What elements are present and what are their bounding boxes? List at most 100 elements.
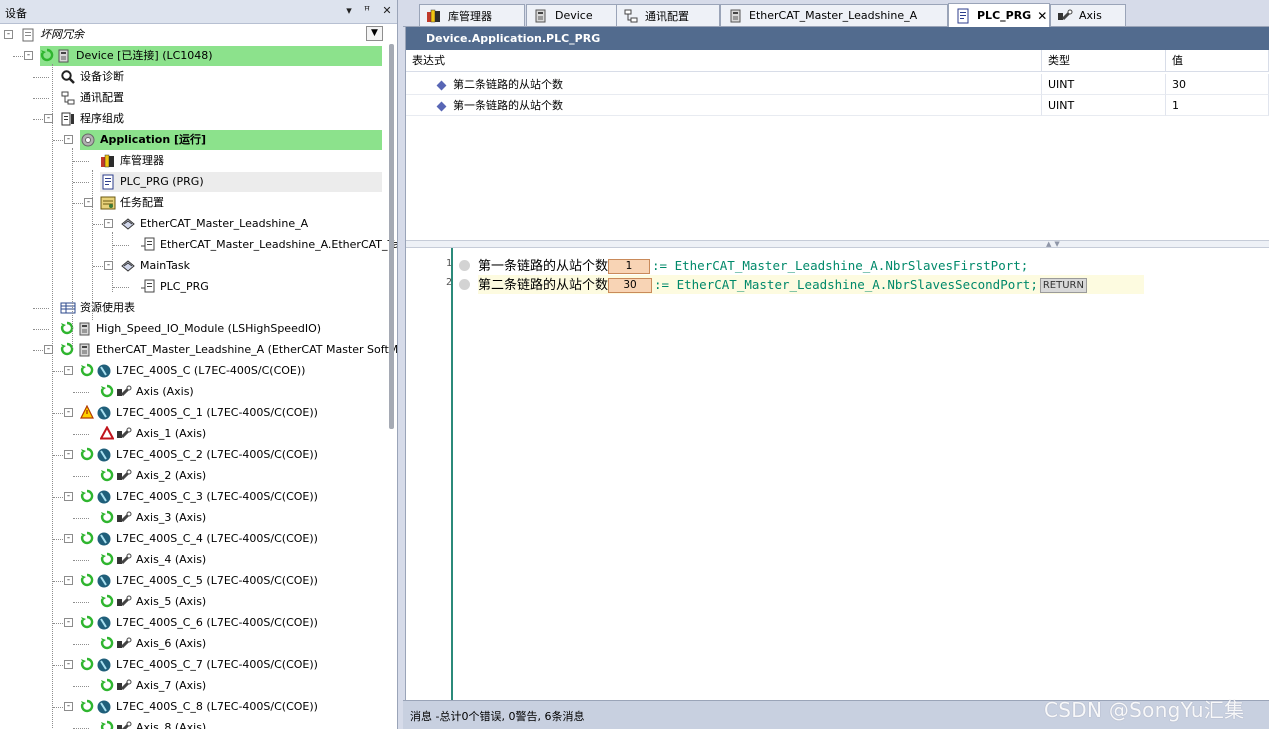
- tree-item-root[interactable]: 坏网冗余: [20, 25, 382, 45]
- tree-item-maintask[interactable]: MainTask: [120, 256, 382, 276]
- pou-icon: [100, 174, 116, 190]
- panel-close-icon[interactable]: ✕: [380, 4, 394, 17]
- pou-icon: [955, 8, 971, 24]
- tab-ethercat-master-leadshine-a[interactable]: EtherCAT_Master_Leadshine_A: [720, 4, 948, 26]
- tree-expander-icon[interactable]: -: [64, 576, 73, 585]
- tree-item-label: L7EC_400S_C_8 (L7EC-400S/C(COE)): [116, 700, 318, 713]
- tree-item-a4[interactable]: Axis_4 (Axis): [100, 550, 382, 570]
- tree-item-s3[interactable]: L7EC_400S_C_3 (L7EC-400S/C(COE)): [80, 487, 382, 507]
- tree-expander-icon[interactable]: -: [64, 702, 73, 711]
- tree-item-app[interactable]: Application [运行]: [80, 130, 382, 150]
- servo-icon: [96, 615, 112, 631]
- tree-item-s7[interactable]: L7EC_400S_C_7 (L7EC-400S/C(COE)): [80, 655, 382, 675]
- tree-item-hsio[interactable]: High_Speed_IO_Module (LSHighSpeedIO): [60, 319, 382, 339]
- status-running-icon: [80, 447, 94, 463]
- code-editor[interactable]: 12 第一条链路的从站个数 1:= EtherCAT_Master_Leadshi…: [406, 248, 1269, 700]
- status-message[interactable]: 消息 -总计0个错误, 0警告, 6条消息: [410, 708, 584, 724]
- tree-expander-icon[interactable]: -: [64, 492, 73, 501]
- tree-expander-icon[interactable]: -: [64, 450, 73, 459]
- tree-scrollbar[interactable]: [389, 44, 394, 429]
- tree-connector: [73, 182, 89, 183]
- watch-header-value[interactable]: 值: [1166, 50, 1269, 72]
- breakpoint-marker-icon[interactable]: [459, 260, 470, 271]
- panel-pin-icon[interactable]: ꟸ: [360, 4, 374, 17]
- tree-connector: [33, 98, 49, 99]
- tree-item-task[interactable]: 任务配置: [100, 193, 382, 213]
- tree-item-a7[interactable]: Axis_7 (Axis): [100, 676, 382, 696]
- tree-item-label: PLC_PRG: [160, 280, 209, 293]
- tree-item-res[interactable]: 资源使用表: [60, 298, 382, 318]
- tree-expander-icon[interactable]: -: [64, 534, 73, 543]
- tree-expander-icon[interactable]: -: [4, 30, 13, 39]
- axis-icon: [116, 384, 132, 400]
- tree-item-a5[interactable]: Axis_5 (Axis): [100, 592, 382, 612]
- tree-item-s8[interactable]: L7EC_400S_C_8 (L7EC-400S/C(COE)): [80, 697, 382, 717]
- inline-monitor-value[interactable]: 30: [608, 278, 653, 293]
- tree-expander-icon[interactable]: -: [64, 366, 73, 375]
- tree-item-prog[interactable]: 程序组成: [60, 109, 382, 129]
- watch-header-type[interactable]: 类型: [1042, 50, 1166, 72]
- tree-item-ecmaster[interactable]: EtherCAT_Master_Leadshine_A (EtherCAT Ma…: [60, 340, 397, 360]
- watch-row-expression[interactable]: 第二条链路的从站个数: [406, 74, 1042, 95]
- tree-expander-icon[interactable]: -: [104, 219, 113, 228]
- tree-item-a0[interactable]: Axis (Axis): [100, 382, 382, 402]
- tree-item-s4[interactable]: L7EC_400S_C_4 (L7EC-400S/C(COE)): [80, 529, 382, 549]
- tree-item-label: 坏网冗余: [40, 28, 84, 41]
- panel-menu-dropdown-icon[interactable]: ▾: [342, 4, 356, 17]
- code-variable: 第一条链路的从站个数: [478, 259, 609, 274]
- watch-header-expression[interactable]: 表达式: [406, 50, 1042, 72]
- tree-item-label: Axis_6 (Axis): [136, 637, 207, 650]
- breakpoint-marker-icon[interactable]: [459, 279, 470, 290]
- tree-item-plcprg[interactable]: PLC_PRG (PRG): [100, 172, 382, 192]
- tree-item-label: Axis_4 (Axis): [136, 553, 207, 566]
- watch-row-value[interactable]: 30: [1166, 74, 1269, 95]
- tree-expander-icon[interactable]: -: [64, 618, 73, 627]
- status-warning-icon: [80, 404, 94, 421]
- code-line[interactable]: 第一条链路的从站个数 1:= EtherCAT_Master_Leadshine_…: [478, 256, 1098, 275]
- inline-monitor-value[interactable]: 1: [608, 259, 651, 274]
- tab-plc-prg[interactable]: PLC_PRG ✕: [948, 3, 1050, 27]
- tree-item-ectaskcall[interactable]: EtherCAT_Master_Leadshine_A.EtherCAT_Ta: [140, 235, 397, 255]
- tree-item-s0[interactable]: L7EC_400S_C (L7EC-400S/C(COE)): [80, 361, 382, 381]
- tree-item-lib[interactable]: 库管理器: [100, 151, 382, 171]
- tab-item-2[interactable]: 通讯配置: [616, 4, 720, 26]
- tree-item-label: Axis_1 (Axis): [136, 427, 207, 440]
- tree-item-label: Axis_8 (Axis): [136, 721, 207, 729]
- tab-device[interactable]: Device: [526, 4, 618, 26]
- tree-expander-icon[interactable]: -: [24, 51, 33, 60]
- tree-expander-icon[interactable]: -: [64, 135, 73, 144]
- tree-item-a6[interactable]: Axis_6 (Axis): [100, 634, 382, 654]
- tree-item-a1[interactable]: Axis_1 (Axis): [99, 424, 382, 444]
- tree-item-s5[interactable]: L7EC_400S_C_5 (L7EC-400S/C(COE)): [80, 571, 382, 591]
- tree-item-maincall[interactable]: PLC_PRG: [140, 277, 382, 297]
- tree-connector: [33, 77, 49, 78]
- code-line[interactable]: 第二条链路的从站个数 30:= EtherCAT_Master_Leadshine…: [478, 275, 1144, 294]
- tree-item-diag[interactable]: 设备诊断: [60, 67, 382, 87]
- tab-item-0[interactable]: 库管理器: [419, 4, 525, 26]
- plc-prg-editor: Device.Application.PLC_PRG 表达式 类型 值 第二条链…: [405, 27, 1269, 700]
- axis-icon: [116, 552, 132, 568]
- tree-expander-icon[interactable]: -: [64, 660, 73, 669]
- tree-item-a8[interactable]: Axis_8 (Axis): [100, 718, 382, 729]
- servo-icon: [96, 657, 112, 673]
- tree-item-label: L7EC_400S_C_4 (L7EC-400S/C(COE)): [116, 532, 318, 545]
- tree-item-a3[interactable]: Axis_3 (Axis): [100, 508, 382, 528]
- tree-item-comm[interactable]: 通讯配置: [60, 88, 382, 108]
- tree-expander-icon[interactable]: -: [64, 408, 73, 417]
- tab-label: 通讯配置: [645, 9, 689, 23]
- tree-item-ectask[interactable]: EtherCAT_Master_Leadshine_A: [120, 214, 382, 234]
- watch-row-expression[interactable]: 第一条链路的从站个数: [406, 95, 1042, 116]
- tree-item-label: EtherCAT_Master_Leadshine_A: [140, 217, 309, 230]
- editor-splitter[interactable]: ▲▼: [406, 240, 1269, 248]
- tree-item-s2[interactable]: L7EC_400S_C_2 (L7EC-400S/C(COE)): [80, 445, 382, 465]
- watch-row-value[interactable]: 1: [1166, 95, 1269, 116]
- tree-item-a2[interactable]: Axis_2 (Axis): [100, 466, 382, 486]
- status-error-icon: [99, 425, 115, 442]
- tab-close-icon[interactable]: ✕: [1037, 9, 1047, 23]
- assign-operator: :=: [652, 258, 668, 273]
- tree-item-device[interactable]: Device [已连接] (LC1048): [40, 46, 382, 66]
- tree-item-s6[interactable]: L7EC_400S_C_6 (L7EC-400S/C(COE)): [80, 613, 382, 633]
- tree-item-s1[interactable]: L7EC_400S_C_1 (L7EC-400S/C(COE)): [80, 403, 382, 423]
- axis-icon: [116, 678, 132, 694]
- tab-axis[interactable]: Axis: [1050, 4, 1126, 26]
